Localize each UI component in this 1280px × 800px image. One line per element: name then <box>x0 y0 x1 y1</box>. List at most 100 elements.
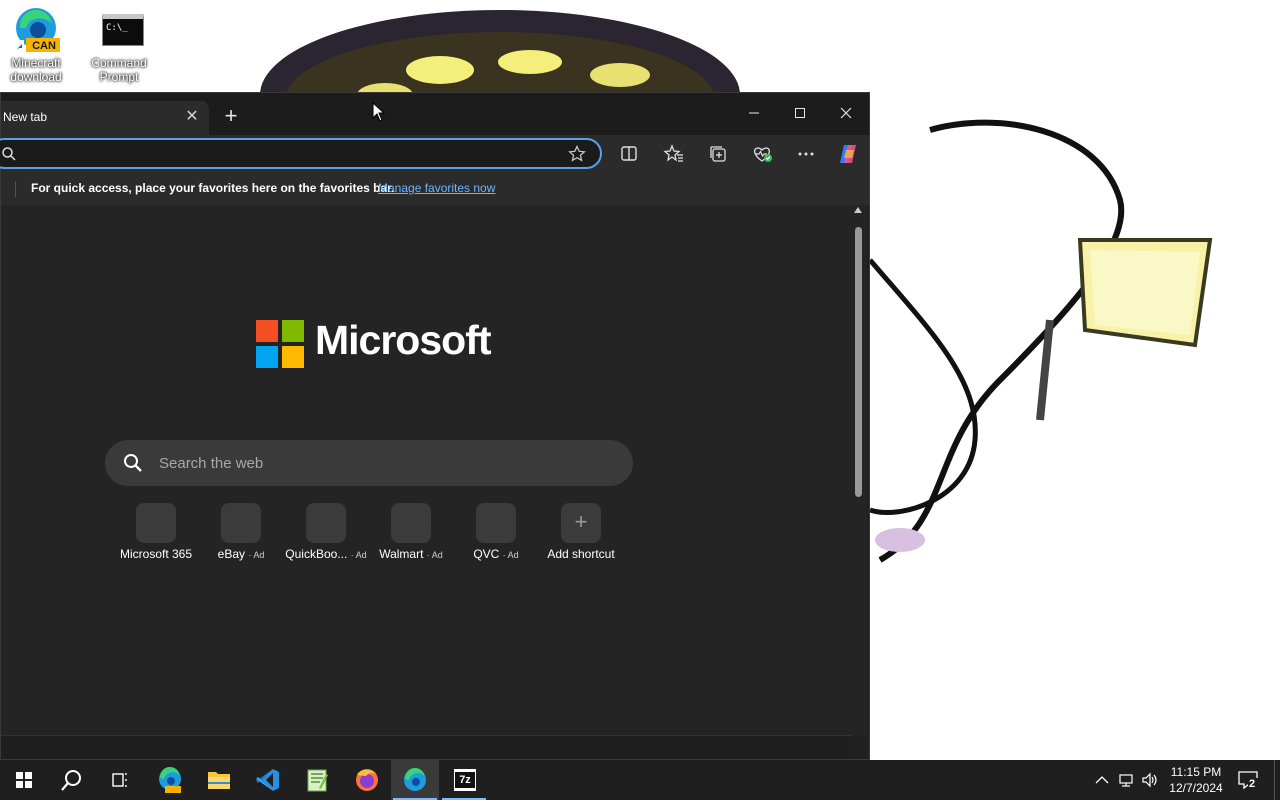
folder-icon <box>208 772 230 789</box>
manage-favorites-link[interactable]: Manage favorites now <box>378 181 495 195</box>
minimize-icon <box>749 112 759 114</box>
shortcut-tile <box>476 503 516 543</box>
collections-button[interactable] <box>706 142 730 166</box>
favorites-bar: For quick access, place your favorites h… <box>1 173 869 205</box>
address-input[interactable] <box>19 144 559 164</box>
desktop-icon-minecraft-download[interactable]: CAN Minecraft download <box>0 6 72 84</box>
split-screen-icon <box>621 146 637 161</box>
maximize-button[interactable] <box>777 101 823 127</box>
minimize-button[interactable] <box>731 101 777 127</box>
copilot-button[interactable] <box>836 142 860 166</box>
notepad-plus-plus-icon <box>307 769 328 792</box>
browser-essentials-button[interactable] <box>750 142 774 166</box>
plus-icon: + <box>561 503 601 543</box>
web-search-input[interactable] <box>159 451 599 475</box>
shortcut-label: Walmart <box>379 547 424 561</box>
taskbar-file-explorer[interactable] <box>195 760 243 800</box>
new-tab-page: Microsoft Microsoft 365 eBay · Ad QuickB… <box>1 205 852 735</box>
microsoft-logo-icon <box>256 320 304 368</box>
task-view-button[interactable] <box>96 760 144 800</box>
page-footer-strip <box>1 735 852 759</box>
notification-center-button[interactable]: 2 <box>1236 768 1260 792</box>
close-button[interactable] <box>823 101 869 127</box>
favorites-bar-hint: For quick access, place your favorites h… <box>31 181 395 195</box>
ad-label: · Ad <box>426 550 443 560</box>
favorites-bar-divider <box>15 181 16 197</box>
prompt-glyph: C:\_ <box>106 23 128 33</box>
search-icon <box>61 770 81 791</box>
command-prompt-icon: C:\_ <box>88 6 144 54</box>
tab-close-icon[interactable]: ✕ <box>183 108 201 126</box>
shortcut-label: eBay <box>217 547 245 561</box>
desktop-icon-label: Minecraft download <box>10 56 62 84</box>
favorites-icon <box>663 144 683 162</box>
desktop-icon-command-prompt[interactable]: C:\_ Command Prompt <box>76 6 148 84</box>
clock-date: 12/7/2024 <box>1169 781 1223 795</box>
shortcut-tile <box>306 503 346 543</box>
title-bar[interactable]: New tab ✕ + <box>1 93 869 135</box>
shortcut-label: QVC <box>473 547 500 561</box>
heart-pulse-icon <box>754 147 772 162</box>
desktop-icon-label: Command Prompt <box>91 56 147 84</box>
address-bar[interactable] <box>0 138 602 169</box>
firefox-icon <box>356 769 378 791</box>
windows-taskbar: 7z 11:15 PM 12/7/2024 2 <box>0 760 1280 800</box>
collections-icon <box>710 146 726 162</box>
shortcut-label: QuickBoo... <box>285 547 348 561</box>
taskbar-edge-can[interactable] <box>146 760 194 800</box>
plus-symbol: + <box>574 509 588 534</box>
shortcut-label: Add shortcut <box>547 547 615 561</box>
settings-more-button[interactable] <box>794 142 818 166</box>
close-icon <box>840 107 852 119</box>
web-search-box[interactable] <box>105 440 633 486</box>
notification-count: 2 <box>1249 778 1256 790</box>
vscode-icon <box>256 769 279 791</box>
shortcut-tile <box>391 503 431 543</box>
favorites-button[interactable] <box>662 142 686 166</box>
shortcut-tile <box>136 503 176 543</box>
start-button[interactable] <box>0 760 48 800</box>
task-view-icon <box>112 773 127 787</box>
notification-icon <box>1238 771 1260 791</box>
ad-label: · Ad <box>502 550 519 560</box>
taskbar-firefox[interactable] <box>342 760 390 800</box>
taskbar-clock[interactable]: 11:15 PM 12/7/2024 <box>1166 764 1226 796</box>
show-hidden-icons-chevron-icon[interactable] <box>1092 770 1112 790</box>
taskbar-edge[interactable] <box>391 760 439 800</box>
new-tab-button[interactable]: + <box>219 105 243 129</box>
edge-icon <box>404 767 426 791</box>
search-icon <box>2 147 16 161</box>
edge-browser-window: New tab ✕ + For quick access, place your… <box>0 92 870 760</box>
windows-logo-icon <box>16 772 32 788</box>
volume-icon[interactable] <box>1140 770 1160 790</box>
scroll-up-arrow-icon[interactable] <box>854 207 862 213</box>
can-badge: CAN <box>32 40 56 52</box>
microsoft-wordmark: Microsoft <box>315 317 491 363</box>
network-icon[interactable] <box>1116 770 1136 790</box>
taskbar-vs-code[interactable] <box>244 760 292 800</box>
show-desktop-button[interactable] <box>1274 760 1280 800</box>
edge-can-icon: CAN <box>12 6 60 54</box>
scroll-thumb[interactable] <box>855 227 862 497</box>
browser-toolbar <box>0 135 869 173</box>
taskbar-search-button[interactable] <box>48 760 96 800</box>
page-scrollbar[interactable] <box>851 205 867 735</box>
tab-title: New tab <box>3 110 48 124</box>
tab-new-tab[interactable]: New tab ✕ <box>1 101 209 135</box>
taskbar-7zip[interactable]: 7z <box>440 760 488 800</box>
shortcut-label: Microsoft 365 <box>119 547 193 561</box>
taskbar-notepad-plus-plus[interactable] <box>293 760 341 800</box>
7zip-label: 7z <box>455 772 475 788</box>
more-dots-icon <box>798 152 814 156</box>
mouse-cursor-icon <box>372 102 386 122</box>
add-shortcut-button[interactable]: + Add shortcut <box>531 503 631 561</box>
copilot-icon <box>840 145 856 163</box>
search-icon <box>124 454 142 472</box>
favorite-star-icon[interactable] <box>568 145 586 163</box>
7zip-icon: 7z <box>454 769 476 791</box>
split-screen-button[interactable] <box>617 142 641 166</box>
edge-can-icon <box>159 766 181 793</box>
maximize-icon <box>795 108 805 118</box>
clock-time: 11:15 PM <box>1170 765 1222 779</box>
shortcut-tile <box>221 503 261 543</box>
